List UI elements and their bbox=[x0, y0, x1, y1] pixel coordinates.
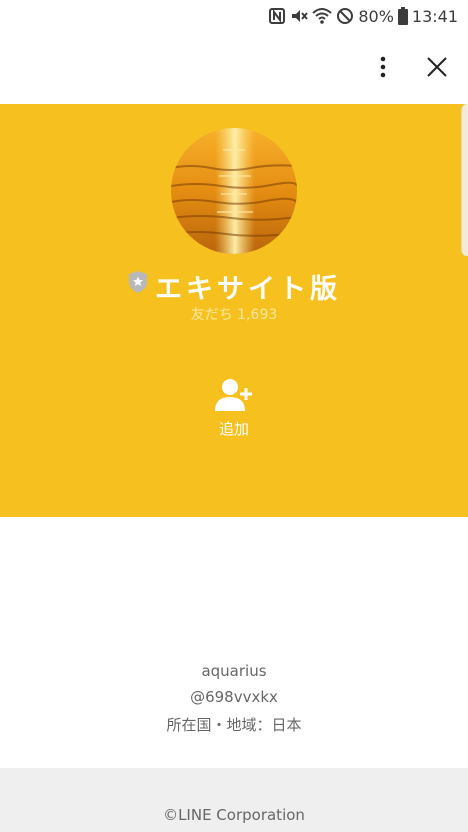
close-icon bbox=[427, 57, 447, 77]
account-id-name: aquarius bbox=[201, 662, 267, 680]
clock: 13:41 bbox=[411, 6, 458, 26]
mute-icon bbox=[290, 7, 309, 25]
add-friend-button[interactable]: 追加 bbox=[204, 378, 264, 448]
account-region: 所在国・地域：日本 bbox=[166, 716, 302, 734]
top-toolbar bbox=[0, 32, 468, 104]
friends-count: 友だち 1,693 bbox=[190, 307, 278, 323]
status-icons: 80% 13:41 bbox=[268, 5, 458, 27]
wifi-icon bbox=[312, 7, 332, 25]
side-drawer-handle[interactable] bbox=[461, 104, 468, 256]
close-button[interactable] bbox=[422, 52, 452, 82]
battery-icon bbox=[397, 7, 408, 25]
battery-percent: 80% bbox=[358, 6, 394, 26]
account-handle: @698vvxkx bbox=[190, 688, 278, 706]
copyright: ©LINE Corporation bbox=[163, 806, 305, 824]
profile-avatar[interactable] bbox=[171, 128, 297, 254]
more-vertical-icon bbox=[380, 56, 386, 78]
add-label: 追加 bbox=[218, 420, 249, 438]
account-name: エキサイト版 bbox=[155, 273, 341, 305]
profile-name-row: エキサイト版 bbox=[0, 266, 468, 306]
more-options-button[interactable] bbox=[370, 52, 396, 82]
status-bar: 80% 13:41 bbox=[0, 0, 468, 32]
do-not-disturb-icon bbox=[336, 7, 354, 25]
verified-shield-icon bbox=[129, 271, 147, 293]
footer: ©LINE Corporation bbox=[0, 768, 468, 832]
nfc-icon bbox=[268, 7, 286, 25]
add-user-icon bbox=[215, 379, 252, 411]
